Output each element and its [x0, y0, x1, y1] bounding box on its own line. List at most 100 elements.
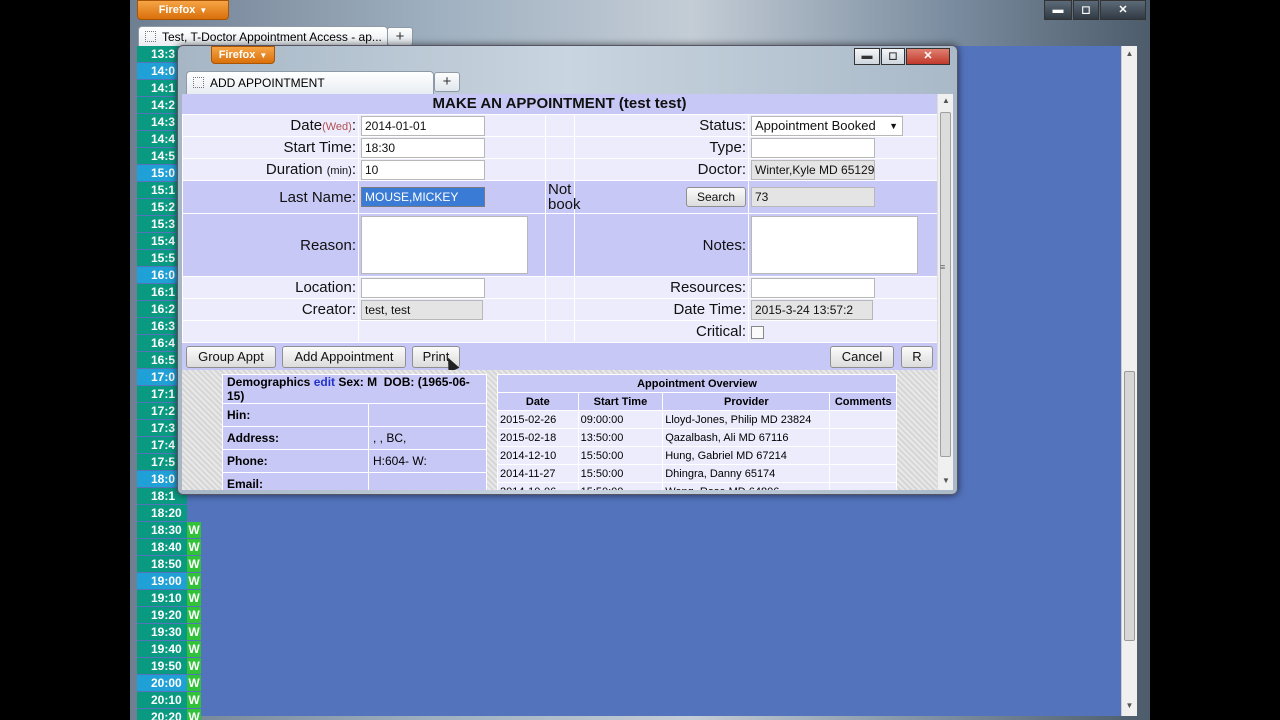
firefox-menu-label: Firefox: [158, 4, 196, 16]
time-slot[interactable]: 19:00 W: [137, 573, 201, 590]
type-input[interactable]: [751, 137, 875, 158]
time-slot[interactable]: 19:50 W: [137, 658, 201, 675]
overview-row[interactable]: 2015-02-18 13:50:00 Qazalbash, Ali MD 6711…: [497, 428, 897, 447]
reason-textarea[interactable]: [361, 216, 528, 274]
location-input[interactable]: [361, 277, 485, 298]
overview-column-header: Comments: [829, 392, 897, 411]
overview-cell: 13:50:00: [577, 428, 664, 447]
time-slot-flag[interactable]: W: [187, 522, 201, 538]
maximize-icon[interactable]: ◻: [1073, 0, 1099, 20]
time-slot-label[interactable]: 20:10: [137, 692, 187, 708]
time-slot[interactable]: 20:10 W: [137, 692, 201, 709]
popup-firefox-menu-button[interactable]: Firefox ▼: [211, 46, 275, 64]
close-icon[interactable]: ✕: [906, 48, 950, 65]
time-slot-label[interactable]: 19:50: [137, 658, 187, 674]
time-slot-label[interactable]: 20:00: [137, 675, 187, 691]
time-slot-flag[interactable]: W: [187, 709, 201, 720]
scroll-thumb[interactable]: [940, 112, 951, 457]
resources-input[interactable]: [751, 277, 875, 298]
start-time-input[interactable]: 18:30: [361, 137, 485, 158]
time-slot-flag[interactable]: W: [187, 556, 201, 572]
scroll-up-icon[interactable]: ▲: [942, 96, 950, 105]
scroll-down-icon[interactable]: ▼: [942, 476, 950, 485]
duration-label: Duration (min):: [182, 158, 359, 181]
notes-textarea[interactable]: [751, 216, 918, 274]
email-value: [368, 472, 487, 490]
time-slot-label[interactable]: 19:20: [137, 607, 187, 623]
time-slot-label[interactable]: 19:10: [137, 590, 187, 606]
time-slot-flag[interactable]: W: [187, 692, 201, 708]
time-slot-label[interactable]: 18:50: [137, 556, 187, 572]
search-button[interactable]: Search: [686, 187, 746, 207]
time-slot-label[interactable]: 18:30: [137, 522, 187, 538]
popup-scrollbar[interactable]: ▲ ≡ ▼: [937, 94, 953, 490]
edit-demographics-link[interactable]: edit: [314, 375, 335, 389]
time-slot-label[interactable]: 20:20: [137, 709, 187, 720]
scroll-up-icon[interactable]: ▲: [1122, 49, 1137, 58]
time-slot-flag[interactable]: W: [187, 607, 201, 623]
date-time-input[interactable]: 2015-3-24 13:57:2: [751, 299, 873, 320]
tab-add-appointment[interactable]: ADD APPOINTMENT: [186, 71, 434, 94]
time-slot[interactable]: 20:20 W: [137, 709, 201, 720]
add-appointment-window: Firefox ▼ ▬ ◻ ✕ ADD APPOINTMENT + MAKE AN…: [177, 45, 958, 495]
r-button[interactable]: R: [901, 346, 933, 368]
overview-cell: Qazalbash, Ali MD 67116: [662, 428, 831, 447]
time-slot[interactable]: 18:30 W: [137, 522, 201, 539]
close-icon[interactable]: ✕: [1100, 0, 1146, 20]
time-slot[interactable]: 18:20: [137, 505, 201, 522]
overview-row[interactable]: 2014-11-27 15:50:00 Dhingra, Danny 65174: [497, 464, 897, 483]
doctor-input[interactable]: Winter,Kyle MD 65129: [751, 159, 875, 180]
creator-input[interactable]: test, test: [361, 299, 483, 320]
date-input[interactable]: 2014-01-01: [361, 115, 485, 136]
new-tab-button[interactable]: +: [434, 72, 460, 92]
not-book-link[interactable]: Not book: [545, 180, 581, 214]
critical-checkbox[interactable]: [751, 325, 764, 339]
time-slot-label[interactable]: 19:40: [137, 641, 187, 657]
tab-appointment-access[interactable]: Test, T-Doctor Appointment Access - ap..…: [138, 26, 388, 47]
time-slot-flag[interactable]: W: [187, 675, 201, 691]
status-label: Status:: [574, 114, 749, 137]
status-select[interactable]: Appointment Booked ▼: [751, 115, 903, 136]
time-slot[interactable]: 18:40 W: [137, 539, 201, 556]
time-slot-flag[interactable]: W: [187, 573, 201, 589]
time-slot[interactable]: 20:00 W: [137, 675, 201, 692]
time-slot-flag[interactable]: W: [187, 539, 201, 555]
overview-row[interactable]: 2014-10-0615:50:00Wong, Rose MD 64806: [497, 482, 897, 490]
time-slot[interactable]: 19:40 W: [137, 641, 201, 658]
maximize-icon[interactable]: ◻: [881, 48, 905, 65]
time-slot-flag[interactable]: W: [187, 624, 201, 640]
last-name-input[interactable]: MOUSE,MICKEY: [361, 187, 485, 207]
time-slot-flag[interactable]: W: [187, 590, 201, 606]
cancel-button[interactable]: Cancel: [830, 346, 894, 368]
time-slot-flag[interactable]: W: [187, 658, 201, 674]
time-slot-label[interactable]: 19:30: [137, 624, 187, 640]
time-slot-label[interactable]: 18:40: [137, 539, 187, 555]
time-slot[interactable]: 19:20 W: [137, 607, 201, 624]
duration-input[interactable]: 10: [361, 159, 485, 180]
overview-row[interactable]: 2015-02-26 09:00:00 Lloyd-Jones, Philip MD…: [497, 410, 897, 429]
group-appt-button[interactable]: Group Appt: [186, 346, 276, 368]
add-appointment-button[interactable]: Add Appointment: [282, 346, 406, 368]
main-scrollbar[interactable]: ▲ ▼: [1121, 46, 1137, 716]
time-slot-flag[interactable]: [187, 505, 201, 521]
minimize-icon[interactable]: ▬: [854, 48, 880, 65]
scroll-thumb[interactable]: [1124, 371, 1135, 641]
time-slot-label[interactable]: 19:00: [137, 573, 187, 589]
time-slot[interactable]: 19:30 W: [137, 624, 201, 641]
demographics-table: Demographics edit Sex: M DOB: (1965-06-1…: [222, 374, 487, 490]
time-slot[interactable]: 19:10 W: [137, 590, 201, 607]
time-slot-flag[interactable]: W: [187, 641, 201, 657]
overview-row[interactable]: 2014-12-10 15:50:00 Hung, Gabriel MD 67214: [497, 446, 897, 465]
demographic-number-input[interactable]: 73: [751, 187, 875, 207]
overview-cell: Dhingra, Danny 65174: [662, 464, 831, 483]
time-slot-label[interactable]: 18:20: [137, 505, 187, 521]
popup-window-controls: ▬ ◻ ✕: [854, 48, 950, 65]
overview-cell: 2014-12-10: [497, 446, 579, 465]
scroll-down-icon[interactable]: ▼: [1122, 701, 1137, 710]
window-controls: ▬ ◻ ✕: [1044, 0, 1146, 20]
time-slot[interactable]: 18:50 W: [137, 556, 201, 573]
firefox-menu-button[interactable]: Firefox ▼: [137, 0, 229, 20]
last-name-label: Last Name:: [182, 180, 359, 214]
new-tab-button[interactable]: +: [387, 27, 413, 46]
minimize-icon[interactable]: ▬: [1044, 0, 1072, 20]
